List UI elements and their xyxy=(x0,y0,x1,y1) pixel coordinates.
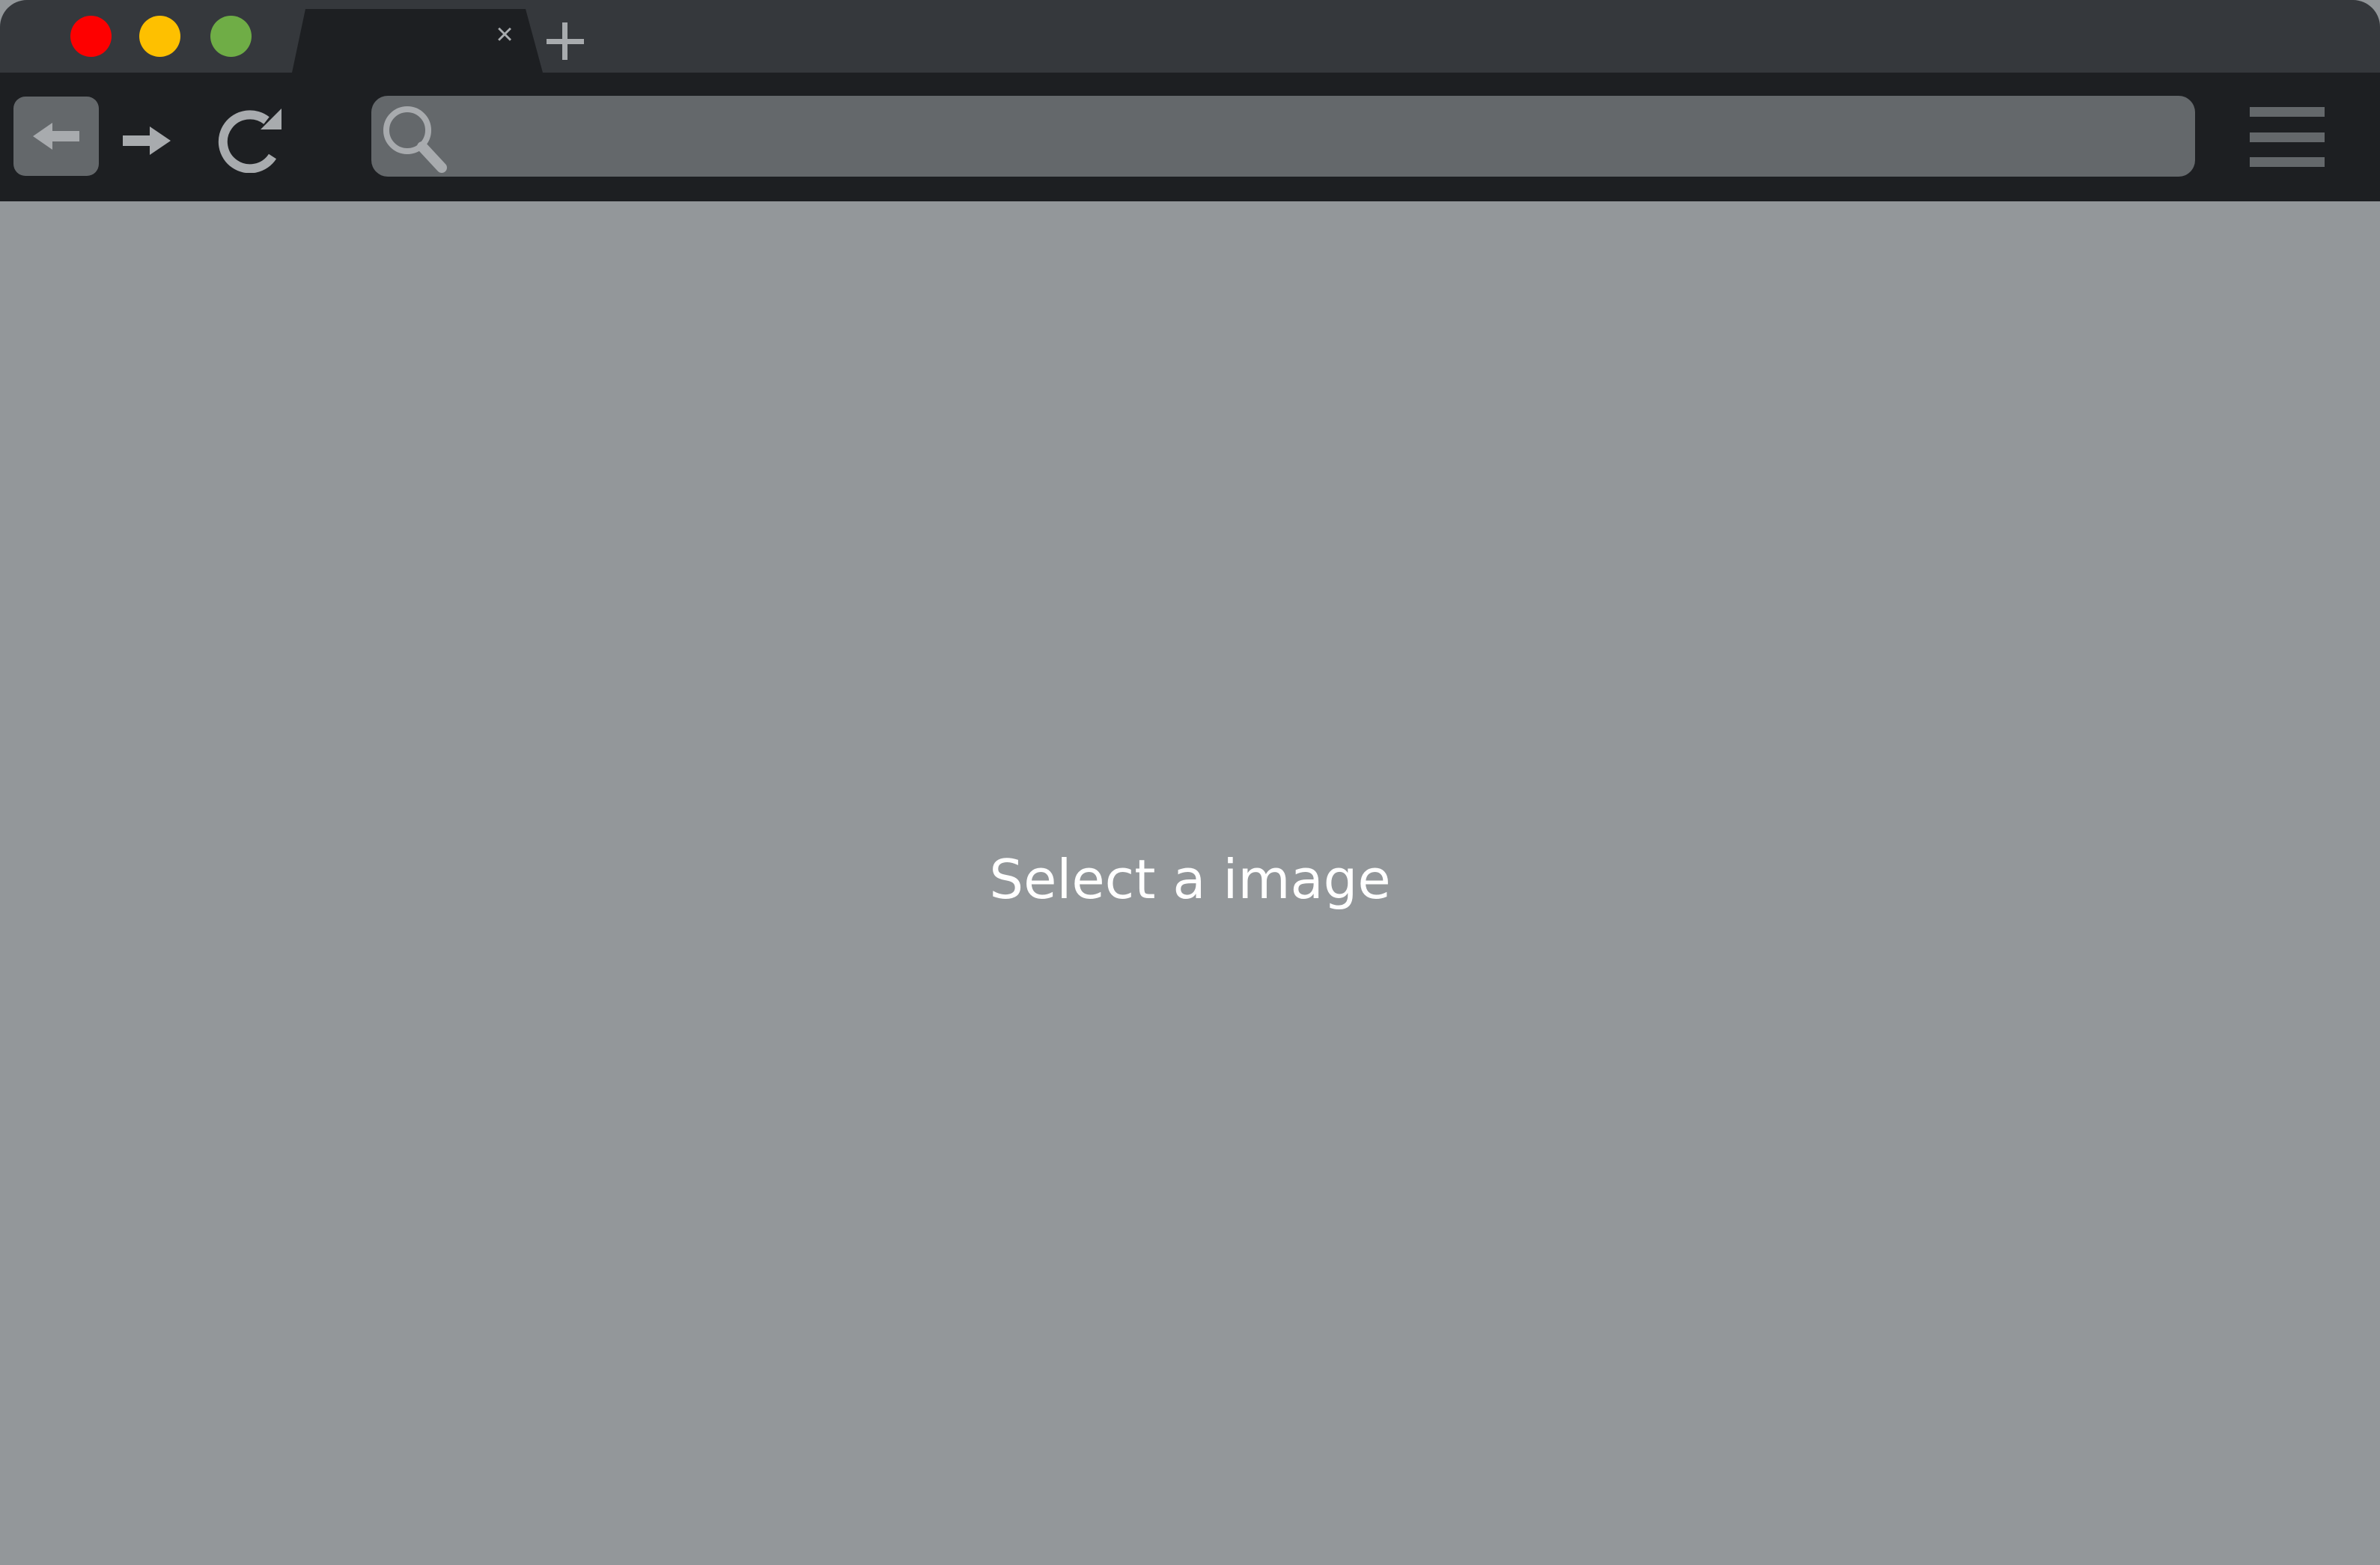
address-bar[interactable] xyxy=(371,96,2195,178)
page-content: Select a image xyxy=(0,201,2380,1565)
tab-close-icon[interactable]: × xyxy=(487,16,523,52)
browser-window: × Select a image xyxy=(0,0,2380,1565)
navigation-toolbar xyxy=(0,73,2380,201)
reload-icon xyxy=(218,109,281,173)
new-tab-button[interactable] xyxy=(543,16,588,66)
arrow-left-icon xyxy=(33,123,79,150)
back-button[interactable] xyxy=(13,97,99,176)
empty-state-message: Select a image xyxy=(989,848,1391,911)
arrow-right-icon xyxy=(123,126,171,155)
title-bar: × xyxy=(0,0,2380,73)
close-window-button[interactable] xyxy=(70,16,112,57)
reload-button[interactable] xyxy=(214,104,286,173)
menu-button[interactable] xyxy=(2246,106,2328,171)
minimize-window-button[interactable] xyxy=(139,16,180,57)
address-input[interactable] xyxy=(461,96,2179,178)
forward-button[interactable] xyxy=(120,118,175,162)
hamburger-menu-icon xyxy=(2250,107,2325,167)
search-icon xyxy=(379,102,448,174)
maximize-window-button[interactable] xyxy=(210,16,252,57)
plus-icon xyxy=(547,22,584,60)
